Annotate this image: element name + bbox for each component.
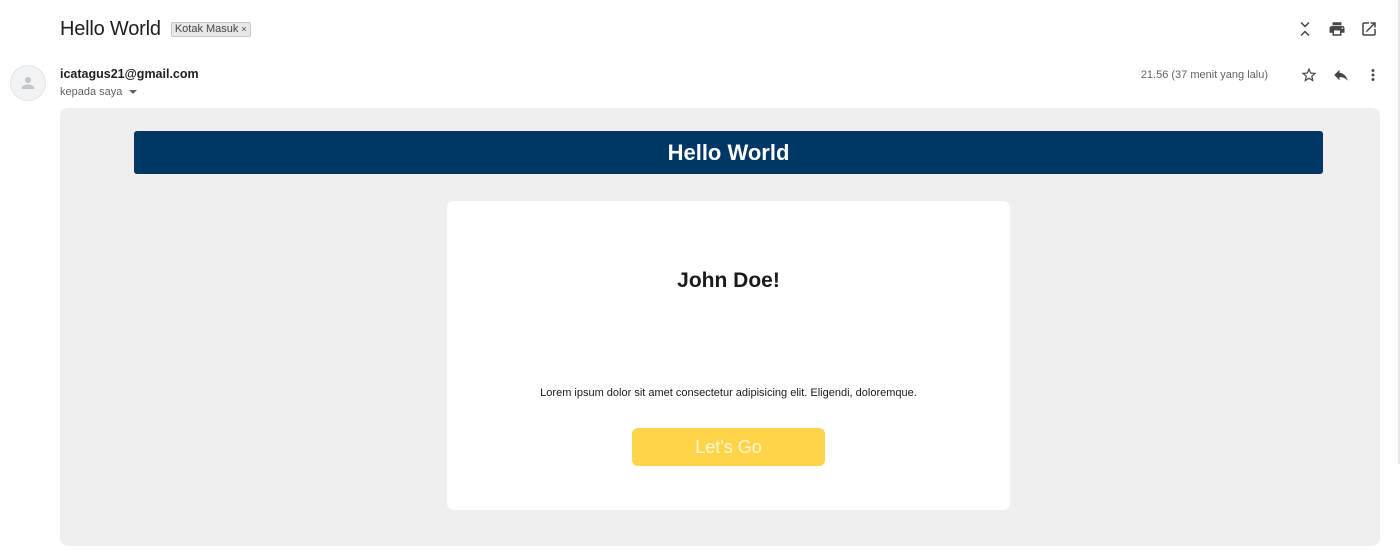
inbox-label-chip: Kotak Masuk × [170, 21, 251, 37]
body-paragraph: Lorem ipsum dolor sit amet consectetur a… [540, 387, 917, 399]
recipient-details-toggle[interactable]: kepada saya [60, 86, 138, 98]
recipient-text: kepada saya [60, 86, 123, 98]
email-subject: Hello World [60, 17, 161, 40]
inbox-label-text: Kotak Masuk [174, 23, 239, 35]
open-in-new-window-icon[interactable] [1360, 18, 1378, 40]
print-icon[interactable] [1328, 18, 1346, 40]
collapse-icon[interactable] [1296, 18, 1314, 40]
email-header: Hello World Kotak Masuk × [60, 14, 251, 44]
chevron-down-icon [129, 90, 138, 94]
sender-avatar[interactable] [10, 65, 46, 101]
more-vert-icon[interactable] [1364, 64, 1382, 86]
email-content: Hello World John Doe! Lorem ipsum dolor … [60, 108, 1380, 546]
remove-label-icon[interactable]: × [241, 24, 246, 34]
thread-actions [1296, 18, 1378, 40]
timestamp: 21.56 (37 menit yang lalu) [1140, 69, 1268, 81]
lets-go-button[interactable]: Let's Go [632, 428, 825, 466]
sender-email[interactable]: icatagus21@gmail.com [60, 67, 199, 81]
greeting-heading: John Doe! [677, 269, 780, 292]
message-meta: 21.56 (37 menit yang lalu) [1141, 64, 1382, 86]
default-person-icon [22, 77, 34, 89]
reply-icon[interactable] [1332, 64, 1350, 86]
content-card: John Doe! Lorem ipsum dolor sit amet con… [447, 201, 1010, 510]
content-header-bar: Hello World [134, 131, 1323, 174]
star-icon[interactable] [1300, 64, 1318, 86]
